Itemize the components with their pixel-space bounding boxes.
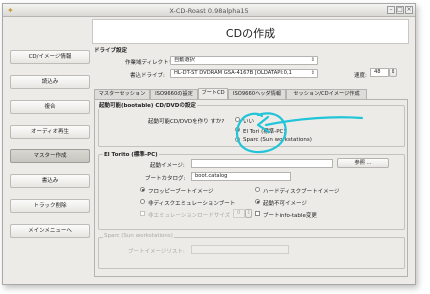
radio-harddisk[interactable] <box>255 187 260 192</box>
tab-iso9660-header[interactable]: ISO9660ヘッダ情報 <box>228 89 286 99</box>
radio-eltorito[interactable] <box>235 127 240 132</box>
boot-image-label: 起動イメージ: <box>150 163 185 169</box>
radio-floppy[interactable] <box>140 187 145 192</box>
loadsize-input[interactable]: 0 <box>233 209 245 218</box>
boot-catalog-input[interactable]: boot.catalog <box>191 172 291 181</box>
speed-label: 速度: <box>354 73 367 79</box>
chevron-updown-icon: ⇕ <box>310 57 315 63</box>
radio-nobootable[interactable] <box>255 199 260 204</box>
sparc-frame-title: Sparc (Sun workstations) <box>103 233 174 239</box>
loadsize-checkbox[interactable] <box>140 211 145 216</box>
drive-section-title: ドライブ設定 <box>94 48 128 54</box>
sidebar-item-audio-play[interactable]: オーディオ再生 <box>10 125 90 139</box>
radio-eltorito-label: El Tori (標準-PC) <box>243 129 286 135</box>
sidebar-item-cd-image-info[interactable]: CD/イメージ情報 <box>10 50 90 64</box>
radio-nobootable-label: 起動不可イメージ <box>263 201 307 207</box>
title-bar[interactable]: ✦ X-CD-Roast 0.98alpha15 – □ × <box>3 4 415 17</box>
tab-session-image[interactable]: セッション/CDイメージ作成 <box>286 89 367 99</box>
chevron-updown-icon: ⇕ <box>310 70 315 76</box>
maximize-icon[interactable]: □ <box>396 6 404 14</box>
radio-no-label: いい <box>243 119 255 125</box>
speed-stepper-icon[interactable]: ⇕ <box>389 68 397 77</box>
close-icon[interactable]: × <box>405 6 413 14</box>
window-title: X-CD-Roast 0.98alpha15 <box>169 7 249 15</box>
workdir-label: 作業域ディレクトリ: <box>125 60 176 66</box>
boot-cd-panel: 起動可能(bootable) CD/DVDの設定 起動可能CD/DVDを作り す… <box>94 99 408 277</box>
sidebar-item-delete-track[interactable]: トラック削除 <box>10 199 90 213</box>
minimize-icon[interactable]: – <box>387 6 395 14</box>
writer-label: 書込ドライブ: <box>130 73 165 79</box>
tab-master-session[interactable]: マスターセッション <box>94 89 150 99</box>
boot-image-input[interactable] <box>191 159 333 168</box>
eltorito-frame-title: El Torito (標準-PC) <box>103 150 159 158</box>
loadsize-label: 非エミュレーションロードサイズ <box>148 213 231 219</box>
sidebar-item-duplicate[interactable]: 複合 <box>10 100 90 114</box>
bootable-frame-title: 起動可能(bootable) CD/DVDの設定 <box>98 101 197 109</box>
tab-boot-cd[interactable]: ブートCD <box>198 88 228 99</box>
bootinfo-checkbox[interactable] <box>255 211 260 216</box>
radio-noemul[interactable] <box>140 199 145 204</box>
sidebar-item-master[interactable]: マスター作成 <box>10 149 90 163</box>
radio-noemul-label: 非ディスクエミュレーションブート <box>148 201 236 207</box>
bootinfo-label: ブートinfo-table変更 <box>263 213 317 219</box>
radio-sparc-label: Sparc (Sun workstations) <box>243 137 312 143</box>
sparc-imagelist-input[interactable] <box>191 245 289 254</box>
bootable-question: 起動可能CD/DVDを作り すか? <box>148 119 225 125</box>
speed-spinner[interactable]: 48 <box>370 68 389 77</box>
sparc-imagelist-label: ブートイメージリスト: <box>128 249 185 255</box>
boot-catalog-label: ブートカタログ: <box>145 176 186 182</box>
header-panel: CDの作成 <box>92 19 409 44</box>
radio-harddisk-label: ハードディスクブートイメージ <box>263 189 340 195</box>
sidebar-item-main-menu[interactable]: メインメニューへ <box>10 224 90 238</box>
page-title: CDの作成 <box>225 27 276 40</box>
workdir-select[interactable]: 自動選択 ⇕ <box>170 56 318 65</box>
sidebar-item-read[interactable]: 読込み <box>10 75 90 89</box>
radio-floppy-label: フロッピーブートイメージ <box>148 189 214 195</box>
sidebar-item-write[interactable]: 書込み <box>10 174 90 188</box>
loadsize-stepper-icon[interactable]: ⇕ <box>245 209 252 218</box>
radio-no[interactable] <box>235 117 240 122</box>
writer-drive-select[interactable]: HL-DT-ST DVDRAM GSA-4167B [OLDATAPI:0,1 … <box>170 69 318 78</box>
radio-sparc[interactable] <box>235 137 240 142</box>
tab-iso9660-settings[interactable]: ISO9660の設定 <box>150 89 198 99</box>
browse-button[interactable]: 参照 ... <box>337 158 389 168</box>
